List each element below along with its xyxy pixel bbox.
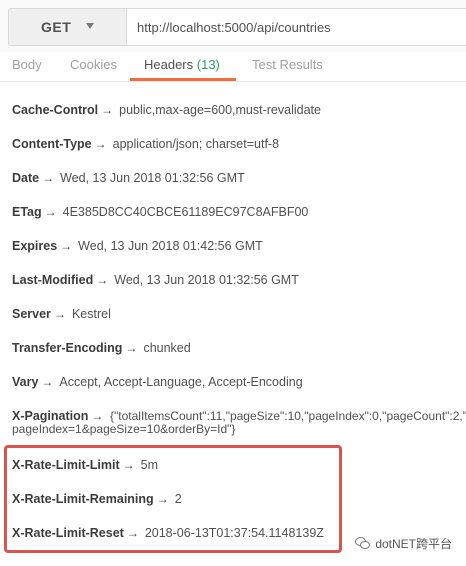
header-key: Date <box>12 171 40 185</box>
header-value: Wed, 13 Jun 2018 01:32:56 GMT <box>60 171 245 185</box>
header-value: Accept, Accept-Language, Accept-Encoding <box>59 375 303 389</box>
header-value: Kestrel <box>71 307 111 321</box>
arrow-icon: → <box>125 341 138 355</box>
header-key: Expires <box>12 239 58 253</box>
arrow-icon: → <box>41 375 54 389</box>
tab-label: Cookies <box>70 57 117 72</box>
watermark: dotNET跨平台 <box>355 535 452 552</box>
header-row-cache-control: Cache-Control → public,max-age=600,must-re… <box>12 102 321 118</box>
rate-limit-highlight-box <box>4 445 342 553</box>
header-row-etag: ETag → 4E385D8CC40CBCE61189EC97C8AFBF00 <box>12 204 308 220</box>
header-value-continued: pageIndex=1&pageSize=10&orderBy=Id"} <box>12 422 236 436</box>
header-row-date: Date → Wed, 13 Jun 2018 01:32:56 GMT <box>12 170 245 186</box>
tab-label: Body <box>12 57 42 72</box>
header-key: Vary <box>12 375 39 389</box>
active-tab-indicator <box>130 78 236 81</box>
header-key: Last-Modified <box>12 273 94 287</box>
header-row-last-modified: Last-Modified → Wed, 13 Jun 2018 01:32:56 … <box>12 272 299 288</box>
header-row-vary: Vary → Accept, Accept-Language, Accept-Enc… <box>12 374 303 390</box>
watermark-text: dotNET跨平台 <box>375 537 452 551</box>
header-row-server: Server → Kestrel <box>12 306 111 322</box>
method-label: GET <box>41 19 72 35</box>
arrow-icon: → <box>96 273 109 287</box>
arrow-icon: → <box>91 409 104 423</box>
header-value: chunked <box>143 341 191 355</box>
header-key: ETag <box>12 205 42 219</box>
request-bar: GET http://localhost:5000/api/countries <box>0 0 466 52</box>
header-key: X-Pagination <box>12 409 89 423</box>
header-key: Transfer-Encoding <box>12 341 123 355</box>
header-value: Wed, 13 Jun 2018 01:32:56 GMT <box>114 273 299 287</box>
arrow-icon: → <box>94 137 107 151</box>
tab-count-badge: (13) <box>196 57 220 72</box>
arrow-icon: → <box>44 205 57 219</box>
header-value: application/json; charset=utf-8 <box>112 137 280 151</box>
arrow-icon: → <box>60 239 73 253</box>
header-value: 4E385D8CC40CBCE61189EC97C8AFBF00 <box>62 205 309 219</box>
arrow-icon: → <box>53 307 66 321</box>
response-tabs: Body Cookies Headers (13) Test Results <box>0 52 466 82</box>
header-row-content-type: Content-Type → application/json; charset=u… <box>12 136 279 152</box>
arrow-icon: → <box>101 103 114 117</box>
tab-test-results[interactable]: Test Results <box>252 52 323 82</box>
tab-body[interactable]: Body <box>12 52 42 82</box>
tab-label: Headers <box>144 57 194 72</box>
header-row-expires: Expires → Wed, 13 Jun 2018 01:42:56 GMT <box>12 238 263 254</box>
header-value: Wed, 13 Jun 2018 01:42:56 GMT <box>78 239 263 253</box>
tab-cookies[interactable]: Cookies <box>70 52 117 82</box>
url-input[interactable]: http://localhost:5000/api/countries <box>126 8 466 46</box>
header-key: Cache-Control <box>12 103 99 117</box>
header-row-transfer-encoding: Transfer-Encoding → chunked <box>12 340 191 356</box>
chevron-down-icon <box>86 23 94 29</box>
header-key: Content-Type <box>12 137 92 151</box>
arrow-icon: → <box>42 171 55 185</box>
tab-label: Test Results <box>252 57 323 72</box>
header-value: public,max-age=600,must-revalidate <box>119 103 321 117</box>
wechat-icon <box>355 536 371 551</box>
header-key: Server <box>12 307 51 321</box>
method-select[interactable]: GET <box>8 8 126 46</box>
